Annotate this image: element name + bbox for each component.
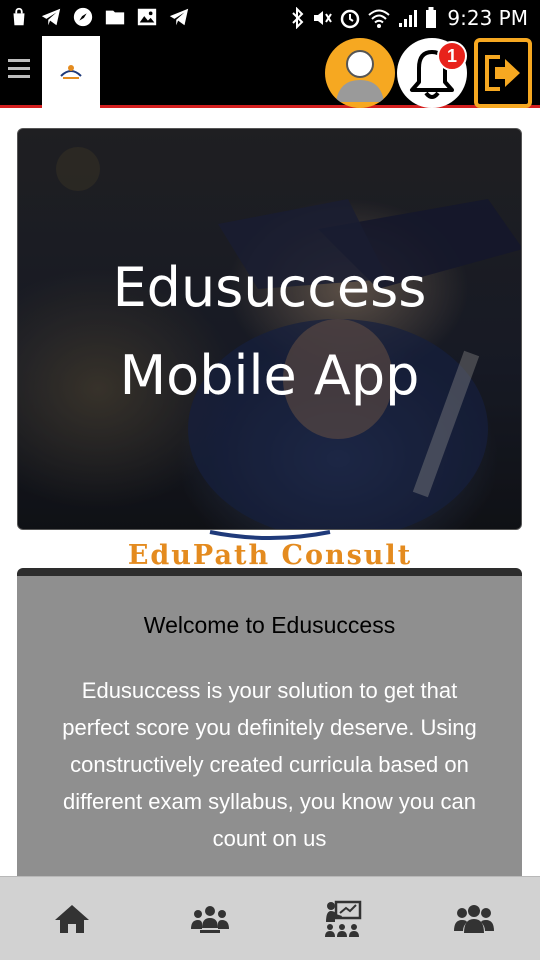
folder-icon: [105, 10, 125, 25]
bag-icon: [13, 7, 25, 26]
welcome-body: Edusuccess is your solution to get that …: [62, 678, 477, 851]
app-logo[interactable]: [42, 36, 100, 108]
profile-avatar-button[interactable]: [325, 38, 395, 108]
battery-icon: [426, 7, 437, 28]
status-bar: 9:23 PM: [0, 0, 540, 36]
notification-badge: 1: [437, 41, 467, 71]
bottom-navigation: [0, 876, 540, 960]
classroom-icon: [325, 900, 362, 937]
home-icon: [55, 905, 89, 933]
status-time: 9:23 PM: [447, 6, 528, 30]
brand-logo-strip: EduPath Consult: [0, 530, 540, 570]
telegram-icon: [169, 8, 189, 26]
compass-icon: [73, 7, 93, 27]
logo-icon: [60, 65, 82, 79]
nav-home-button[interactable]: [49, 897, 95, 941]
signal-icon: [399, 10, 418, 27]
bluetooth-icon: [292, 7, 304, 29]
welcome-card: Welcome to Edusuccess Edusuccess is your…: [17, 568, 522, 878]
welcome-heading: Welcome to Edusuccess: [143, 612, 396, 638]
hero-title: Edusuccess Mobile App: [18, 244, 521, 420]
app-header: 1: [0, 36, 540, 108]
hamburger-icon: [8, 59, 30, 62]
avatar-icon: [327, 40, 393, 106]
hero-title-line1: Edusuccess: [112, 256, 427, 319]
nav-classroom-button[interactable]: [319, 897, 365, 941]
users-icon: [454, 905, 494, 933]
logout-button[interactable]: [474, 38, 532, 108]
hero-banner: Edusuccess Mobile App: [17, 128, 522, 530]
alarm-icon: [341, 9, 360, 29]
image-icon: [137, 8, 157, 26]
hamburger-menu-button[interactable]: [8, 54, 34, 88]
system-icons: 9:23 PM: [291, 6, 528, 30]
telegram-icon: [41, 8, 61, 26]
nav-users-button[interactable]: [451, 897, 497, 941]
hero-title-line2: Mobile App: [119, 344, 420, 407]
nav-group-button[interactable]: [187, 897, 233, 941]
logout-icon: [485, 55, 520, 91]
notification-icons: [8, 6, 190, 28]
mute-icon: [314, 11, 333, 25]
group-icon: [191, 906, 229, 933]
wifi-icon: [368, 9, 391, 28]
brand-name: EduPath Consult: [127, 540, 413, 570]
